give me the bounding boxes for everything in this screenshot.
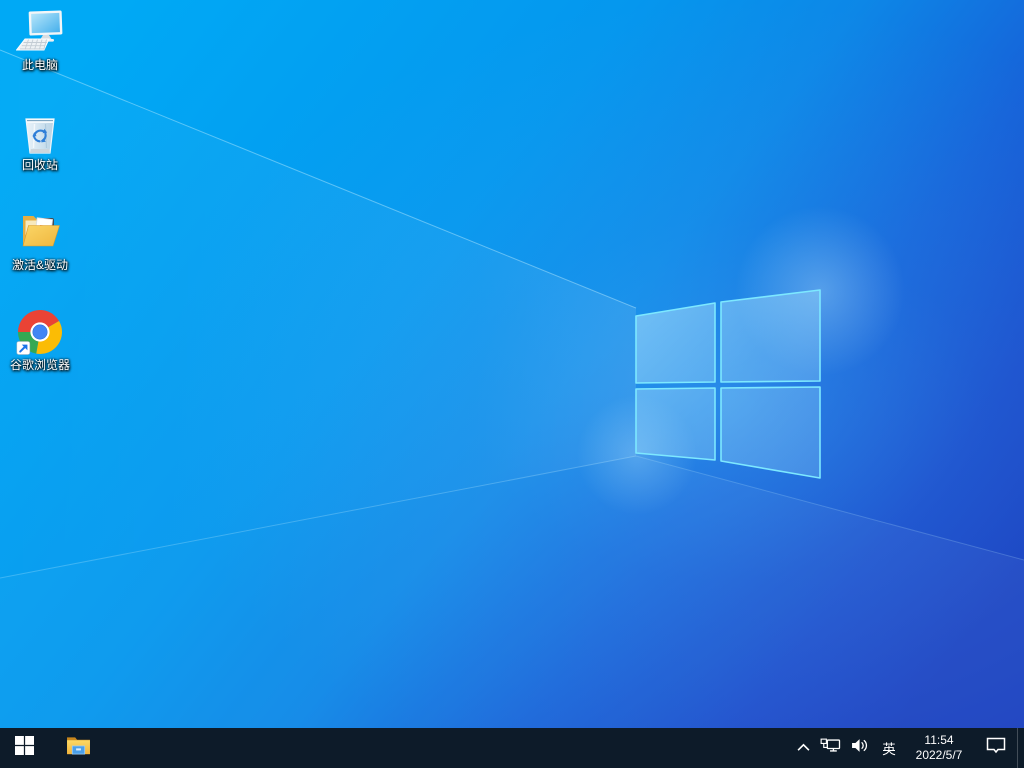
chevron-up-icon [797, 739, 810, 757]
taskbar: 英 11:54 2022/5/7 [0, 728, 1024, 768]
ethernet-icon [820, 738, 841, 758]
system-tray: 英 11:54 2022/5/7 [791, 728, 1024, 768]
network-button[interactable] [815, 728, 845, 768]
file-explorer-button[interactable] [56, 728, 100, 768]
recycle-bin-icon [16, 108, 64, 156]
speaker-icon [851, 738, 870, 758]
show-desktop-button[interactable] [1017, 728, 1024, 768]
chrome-icon [16, 308, 64, 356]
clock-date: 2022/5/7 [915, 748, 963, 762]
action-center-icon [986, 737, 1006, 760]
desktop-icon-grid: 此电脑 回收站 激活&驱动 谷歌浏览器 [2, 6, 78, 384]
clock-time: 11:54 [924, 733, 954, 747]
start-button[interactable] [0, 728, 48, 768]
desktop-icon-this-pc[interactable]: 此电脑 [2, 6, 78, 84]
volume-button[interactable] [845, 728, 875, 768]
ime-indicator[interactable]: 英 [875, 728, 903, 768]
this-pc-icon [16, 8, 64, 56]
desktop-icon-label: 谷歌浏览器 [9, 358, 70, 372]
windows-logo-icon [14, 736, 34, 760]
file-explorer-icon [66, 735, 91, 761]
desktop-icon-label: 此电脑 [21, 58, 58, 72]
desktop-icon-label: 激活&驱动 [11, 258, 68, 272]
desktop-icon-recycle-bin[interactable]: 回收站 [2, 106, 78, 184]
desktop-icon-google-chrome[interactable]: 谷歌浏览器 [2, 306, 78, 384]
wallpaper-image [0, 0, 1024, 728]
desktop-surface[interactable]: 此电脑 回收站 激活&驱动 谷歌浏览器 [0, 0, 1024, 728]
desktop-icon-label: 回收站 [21, 158, 58, 172]
show-hidden-icons-button[interactable] [791, 728, 815, 768]
taskbar-clock[interactable]: 11:54 2022/5/7 [903, 728, 975, 768]
open-folder-icon [16, 208, 64, 256]
desktop-icon-activation-drivers[interactable]: 激活&驱动 [2, 206, 78, 284]
action-center-button[interactable] [975, 728, 1017, 768]
windows-desktop-screen: 此电脑 回收站 激活&驱动 谷歌浏览器 英 11:54 2022/5/7 [0, 0, 1024, 768]
shortcut-arrow-icon [16, 341, 31, 355]
taskbar-empty-area [100, 728, 791, 768]
